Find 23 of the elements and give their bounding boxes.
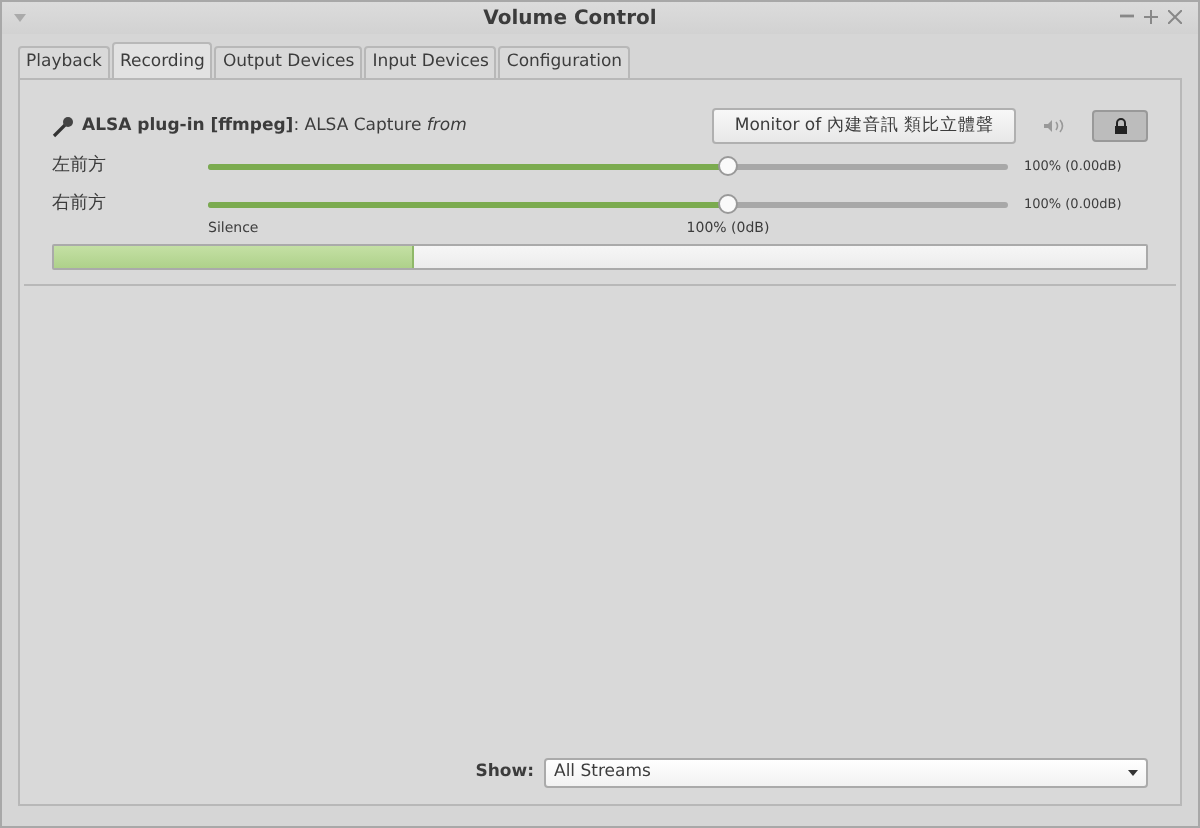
- speaker-icon: [1044, 118, 1064, 135]
- show-label: Show:: [475, 760, 534, 786]
- microphone-icon: [52, 115, 74, 138]
- channel-label: 左前方: [52, 153, 108, 180]
- channel-label: 右前方: [52, 191, 108, 218]
- minimize-icon[interactable]: [1119, 14, 1133, 19]
- window-menu-icon[interactable]: [14, 14, 26, 22]
- lock-icon: [1113, 118, 1127, 135]
- maximize-icon[interactable]: [1143, 9, 1157, 24]
- stream-title: ALSA plug-in [ffmpeg]: ALSA Capture from: [82, 113, 467, 139]
- tab[interactable]: Playback: [18, 46, 110, 79]
- tab[interactable]: Output Devices: [214, 46, 363, 79]
- tab[interactable]: Input Devices: [364, 46, 497, 79]
- lock-button[interactable]: [1092, 110, 1148, 143]
- slider-thumb[interactable]: [718, 194, 738, 215]
- tab[interactable]: Configuration: [498, 46, 631, 79]
- slider-thumb[interactable]: [718, 156, 738, 177]
- device-button[interactable]: Monitor of 內建音訊 類比立體聲: [712, 107, 1016, 145]
- show-dropdown[interactable]: All Streams: [544, 758, 1148, 788]
- dropdown-arrow-icon: [1128, 770, 1138, 776]
- tab[interactable]: Recording: [111, 42, 213, 79]
- window-title: Volume Control: [481, 5, 659, 33]
- close-icon[interactable]: [1167, 9, 1181, 24]
